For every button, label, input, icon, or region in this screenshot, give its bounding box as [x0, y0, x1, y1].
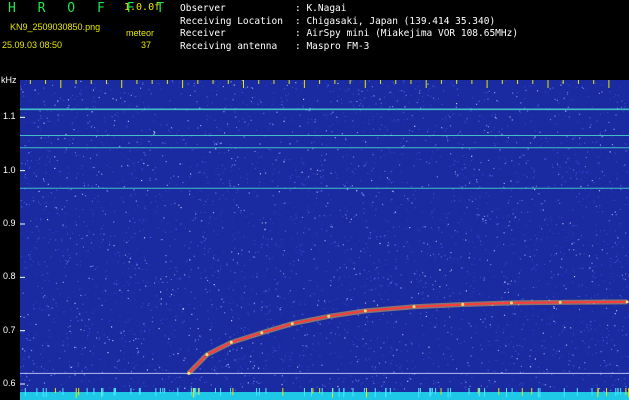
- spectrogram: [20, 80, 629, 400]
- info-key: Receiving Location: [180, 15, 283, 27]
- y-tick-label: 1.1: [3, 111, 16, 122]
- info-value: : K.Nagai: [295, 3, 347, 14]
- info-location: Receiving Location : Chigasaki, Japan (13…: [180, 16, 518, 29]
- y-tick-label: 0.8: [3, 271, 16, 282]
- datetime-label: 25.09.03 08:50: [2, 40, 63, 50]
- meteor-trace-point: [260, 331, 264, 335]
- info-receiver: Receiver : AirSpy mini (Miakejima VOR 108…: [180, 28, 518, 41]
- y-tick-label: 1.0: [3, 164, 16, 175]
- version-label: 1.0.0f: [124, 2, 161, 13]
- info-value: : Chigasaki, Japan (139.414 35.340): [295, 15, 496, 27]
- info-key: Receiver: [180, 28, 226, 39]
- info-antenna: Receiving antenna : Maspro FM-3: [180, 41, 518, 54]
- meteor-trace-point: [412, 305, 416, 309]
- info-observer: Observer : K.Nagai: [180, 3, 518, 16]
- info-value: : AirSpy mini (Miakejima VOR 108.65MHz): [295, 28, 519, 39]
- meteor-trace-point: [363, 309, 367, 313]
- header-panel: H R O F F T 1.0.0f KN9_2509030850.png me…: [0, 0, 629, 72]
- y-axis-unit: kHz: [1, 75, 17, 85]
- meteor-label: meteor: [126, 28, 155, 38]
- meteor-trace-point: [327, 314, 331, 318]
- y-tick-label: 0.6: [3, 378, 16, 388]
- filename-label: KN9_2509030850.png: [10, 22, 101, 32]
- meteor-count: 37: [141, 40, 152, 50]
- info-key: Receiving antenna: [180, 40, 278, 52]
- spectrogram-background: [20, 80, 629, 400]
- meteor-trace-point: [205, 353, 209, 357]
- y-tick-label: 0.7: [3, 324, 16, 335]
- meteor-trace-point: [461, 303, 465, 307]
- meteor-trace-point: [558, 300, 562, 304]
- meteor-trace-point: [290, 322, 294, 326]
- meteor-trace-point: [229, 340, 233, 344]
- info-key: Observer: [180, 3, 226, 14]
- meteor-trace-point: [509, 301, 513, 305]
- meteor-trace-point: [187, 371, 191, 375]
- info-value: : Maspro FM-3: [295, 40, 370, 52]
- observation-info: Observer : K.Nagai Receiving Location : Ch…: [180, 3, 518, 53]
- y-tick-label: 0.9: [3, 218, 16, 228]
- meteor-trace-point: [625, 300, 629, 304]
